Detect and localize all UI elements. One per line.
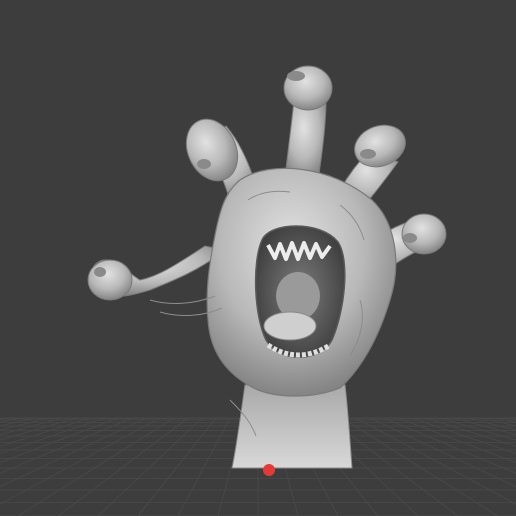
grid-line bbox=[397, 417, 516, 463]
model-wrist bbox=[231, 384, 353, 469]
grid-line bbox=[0, 417, 91, 447]
sculpted-hand-mouth-model-icon[interactable] bbox=[87, 65, 447, 469]
model-mouth bbox=[254, 225, 346, 358]
grid-line bbox=[0, 417, 119, 463]
grid-line bbox=[495, 417, 516, 423]
grid-line bbox=[0, 417, 147, 488]
grid-line bbox=[425, 417, 516, 447]
model-thumb-tip bbox=[87, 259, 133, 301]
grid-line bbox=[0, 417, 133, 474]
grid-line bbox=[453, 417, 516, 436]
grid-line bbox=[0, 417, 21, 423]
model-tongue bbox=[263, 311, 317, 341]
viewport-canvas[interactable] bbox=[0, 0, 516, 516]
grid-line bbox=[369, 417, 516, 488]
3d-viewport[interactable] bbox=[0, 0, 516, 516]
origin-marker[interactable] bbox=[263, 464, 275, 476]
grid-line bbox=[57, 417, 189, 516]
grid-line bbox=[0, 417, 63, 436]
grid-line bbox=[383, 417, 516, 474]
grid-line bbox=[0, 417, 77, 441]
grid-line bbox=[439, 417, 516, 441]
